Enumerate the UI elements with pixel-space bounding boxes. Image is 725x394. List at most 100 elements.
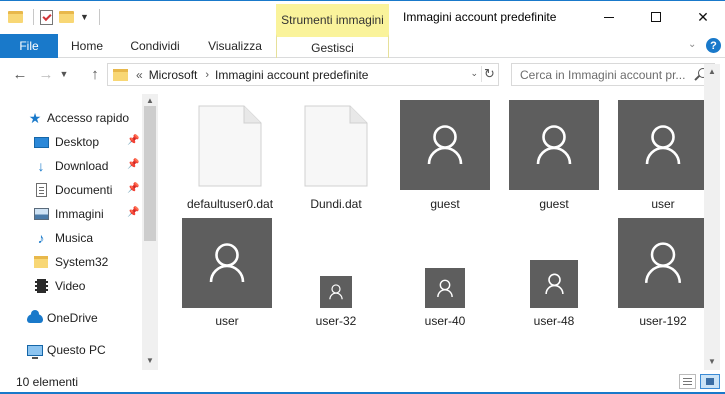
large-icons-view-icon[interactable]: [700, 374, 720, 389]
minimize-button[interactable]: [586, 1, 632, 33]
nav-item-video[interactable]: Video: [0, 275, 140, 297]
nav-item-label: OneDrive: [47, 311, 98, 325]
maximize-button[interactable]: [633, 1, 679, 33]
user-avatar-icon: [530, 260, 578, 308]
onedrive-icon: [27, 309, 43, 325]
scroll-down-arrow-icon[interactable]: ▼: [146, 356, 154, 365]
breadcrumb-current-folder[interactable]: Immagini account predefinite: [215, 68, 368, 82]
video-icon: [33, 279, 49, 293]
nav-item-label: Accesso rapido: [47, 111, 130, 125]
nav-item-label: Video: [55, 279, 86, 293]
scroll-up-arrow-icon[interactable]: ▲: [146, 96, 154, 105]
nav-item-label: Immagini: [55, 207, 104, 221]
properties-icon[interactable]: [40, 9, 53, 25]
tab-view[interactable]: Visualizza: [194, 34, 276, 58]
pin-icon[interactable]: 📌: [127, 135, 139, 146]
user-avatar-icon: [400, 100, 490, 190]
download-icon: ↓: [37, 158, 45, 174]
pictures-icon: [33, 207, 49, 221]
recent-locations-chevron-icon[interactable]: ▼: [58, 64, 70, 84]
maximize-icon: [651, 12, 661, 22]
file-name: guest: [539, 197, 569, 211]
pin-icon[interactable]: 📌: [127, 207, 139, 218]
up-arrow-icon[interactable]: ↑: [85, 64, 105, 84]
address-bar[interactable]: « Microsoft › Immagini account predefini…: [107, 63, 499, 86]
ribbon-tabs: File Home Condividi Visualizza Gestisci …: [0, 34, 725, 58]
breadcrumb-microsoft[interactable]: Microsoft: [149, 68, 198, 82]
help-icon[interactable]: ?: [706, 38, 721, 53]
user-avatar-icon: [618, 218, 708, 308]
folder-icon[interactable]: [8, 11, 23, 23]
nav-item-music[interactable]: ♪ Musica: [0, 227, 140, 249]
quick-access-toolbar: ▼: [8, 9, 100, 25]
tab-home[interactable]: Home: [58, 34, 116, 58]
contextual-tab-group-label: Strumenti immagini: [276, 4, 389, 35]
tab-manage[interactable]: Gestisci: [276, 34, 389, 58]
nav-item-this-pc[interactable]: Questo PC: [0, 339, 140, 361]
item-count: 10 elementi: [16, 375, 79, 389]
search-input[interactable]: [520, 67, 690, 82]
content-scrollbar[interactable]: ▲ ▼: [704, 64, 720, 370]
minimize-icon: [604, 16, 614, 18]
close-button[interactable]: ✕: [680, 1, 725, 33]
expand-ribbon-chevron-icon[interactable]: ⌄: [688, 39, 696, 50]
breadcrumb-overflow[interactable]: «: [136, 68, 143, 82]
user-avatar-icon: [320, 276, 352, 308]
nav-item-desktop[interactable]: Desktop 📌: [0, 131, 140, 153]
file-name: defaultuser0.dat: [186, 197, 274, 211]
tab-share[interactable]: Condividi: [116, 34, 194, 58]
file-name: user: [215, 314, 239, 328]
nav-item-documents[interactable]: Documenti 📌: [0, 179, 140, 201]
nav-item-pictures[interactable]: Immagini 📌: [0, 203, 140, 225]
user-avatar-icon: [509, 100, 599, 190]
nav-item-quick-access[interactable]: ★ Accesso rapido: [0, 107, 140, 129]
navigation-pane: ★ Accesso rapido Desktop 📌 ↓ Download 📌 …: [0, 94, 158, 370]
file-name: user-32: [315, 314, 357, 328]
toolbar-divider: [33, 9, 34, 25]
breadcrumb-chevron-icon[interactable]: ›: [205, 69, 209, 81]
file-name: user-48: [533, 314, 575, 328]
toolbar-divider: [98, 9, 100, 25]
file-list: defaultuser0.dat Dundi.dat guest guest u…: [162, 94, 723, 370]
details-view-icon[interactable]: [679, 374, 696, 389]
this-pc-icon: [27, 343, 43, 359]
scroll-up-arrow-icon[interactable]: ▲: [708, 67, 716, 76]
nav-item-label: Documenti: [55, 183, 113, 197]
scroll-down-arrow-icon[interactable]: ▼: [708, 357, 716, 366]
nav-item-system32[interactable]: System32: [0, 251, 140, 273]
navigation-pane-scrollbar[interactable]: ▲ ▼: [142, 94, 158, 370]
nav-item-download[interactable]: ↓ Download 📌: [0, 155, 140, 177]
user-avatar-icon: [425, 268, 465, 308]
file-name: user-192: [639, 314, 687, 328]
address-history-chevron-icon[interactable]: ⌄: [470, 68, 478, 79]
nav-item-label: System32: [55, 255, 109, 269]
file-name: Dundi.dat: [310, 197, 362, 211]
pin-icon[interactable]: 📌: [127, 159, 139, 170]
documents-icon: [33, 183, 49, 197]
forward-arrow-icon[interactable]: →: [36, 64, 56, 84]
customize-toolbar-chevron-icon[interactable]: ▼: [80, 12, 89, 22]
nav-item-label: Musica: [55, 231, 94, 245]
nav-item-label: Desktop: [55, 135, 100, 149]
window-title: Immagini account predefinite: [403, 10, 557, 24]
music-icon: ♪: [37, 230, 45, 246]
pin-icon[interactable]: 📌: [127, 183, 139, 194]
document-file-icon: [198, 105, 262, 187]
refresh-icon[interactable]: ↻: [481, 66, 495, 82]
file-name: guest: [430, 197, 460, 211]
search-box[interactable]: [511, 63, 715, 86]
new-folder-icon[interactable]: [59, 11, 74, 23]
folder-icon: [33, 255, 49, 269]
user-avatar-icon: [182, 218, 272, 308]
nav-item-onedrive[interactable]: OneDrive: [0, 307, 140, 329]
user-avatar-icon: [618, 100, 708, 190]
folder-icon: [113, 68, 128, 81]
navigation-bar: ← → ▼ ↑ « Microsoft › Immagini account p…: [0, 58, 725, 90]
status-bar: 10 elementi: [0, 370, 725, 394]
nav-item-label: Questo PC: [47, 343, 106, 357]
back-arrow-icon[interactable]: ←: [10, 64, 30, 84]
file-name: user-40: [424, 314, 466, 328]
scrollbar-thumb[interactable]: [144, 106, 156, 241]
close-icon: ✕: [697, 8, 709, 25]
tab-file[interactable]: File: [0, 34, 58, 58]
